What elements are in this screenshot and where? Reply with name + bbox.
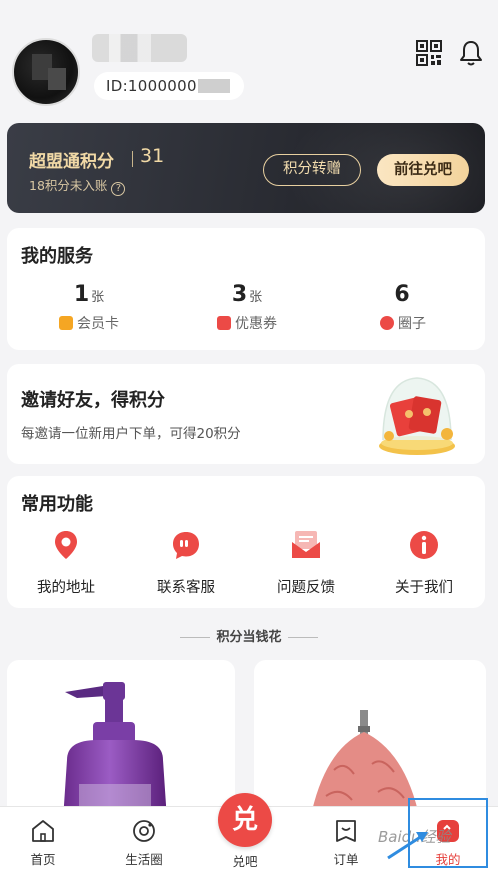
qr-code-icon[interactable] [414, 38, 444, 68]
user-id: ID:1000000 [94, 72, 244, 100]
tab-label: 订单 [333, 852, 359, 867]
func-label: 我的地址 [37, 580, 95, 596]
services-title: 我的服务 [21, 246, 93, 267]
redeem-icon[interactable]: 兑 [218, 793, 272, 847]
func-about-us[interactable]: 关于我们 [369, 528, 479, 597]
chat-icon [169, 528, 203, 562]
feedback-icon [289, 528, 323, 562]
tab-life-circle[interactable]: 生活圈 [104, 817, 184, 868]
life-circle-icon [130, 817, 158, 845]
tab-label: 首页 [30, 852, 56, 867]
transfer-points-button[interactable]: 积分转赠 [263, 154, 361, 186]
my-services-card: 我的服务 1张 会员卡 3张 优惠券 6 圈子 [7, 228, 485, 350]
service-unit: 张 [91, 290, 105, 305]
product-card-mop[interactable] [254, 660, 486, 820]
coupon-icon [217, 316, 231, 330]
divider-text: 积分当钱花 [216, 630, 282, 645]
red-envelope-illustration [367, 370, 467, 462]
product-image-bottle [63, 682, 167, 820]
user-id-text: ID:1000000 [106, 77, 197, 95]
tab-orders[interactable]: 订单 [306, 817, 386, 868]
common-functions-card: 常用功能 我的地址 联系客服 问题反馈 关于我们 [7, 476, 485, 608]
points-separator [132, 151, 133, 167]
func-contact-service[interactable]: 联系客服 [131, 528, 241, 597]
service-circle[interactable]: 6 圈子 [343, 282, 463, 333]
invite-title: 邀请好友，得积分 [21, 390, 165, 411]
common-functions-title: 常用功能 [21, 494, 93, 515]
circle-icon [380, 316, 394, 330]
tab-label: 兑吧 [232, 854, 258, 869]
service-count: 1 [73, 282, 90, 307]
points-pending: 18积分未入账? [29, 175, 126, 196]
service-member-card[interactable]: 1张 会员卡 [29, 282, 149, 333]
divider-line [287, 637, 318, 638]
nickname-blurred [92, 34, 187, 62]
profile-header: ID:1000000 [0, 0, 498, 120]
points-value: 31 [140, 145, 165, 167]
service-label: 圈子 [398, 316, 426, 332]
member-card-icon [59, 316, 73, 330]
help-icon[interactable]: ? [111, 182, 126, 196]
avatar[interactable] [12, 38, 80, 106]
invite-description: 每邀请一位新用户下单，可得20积分 [21, 426, 241, 442]
location-icon [49, 528, 83, 562]
service-label: 优惠券 [235, 316, 277, 332]
func-my-address[interactable]: 我的地址 [11, 528, 121, 597]
tab-home[interactable]: 首页 [3, 817, 83, 868]
service-count: 6 [394, 282, 410, 307]
points-as-cash-divider: 积分当钱花 [0, 626, 498, 645]
func-label: 联系客服 [157, 580, 215, 596]
invite-friends-card[interactable]: 邀请好友，得积分 每邀请一位新用户下单，可得20积分 [7, 364, 485, 464]
points-pending-text: 18积分未入账 [29, 178, 108, 193]
product-image-mop [310, 710, 420, 820]
tab-label: 生活圈 [125, 852, 163, 867]
info-icon [407, 528, 441, 562]
service-coupon[interactable]: 3张 优惠券 [187, 282, 307, 333]
divider-line [180, 637, 211, 638]
points-title: 超盟通积分 [29, 152, 114, 172]
user-id-mask [197, 79, 230, 93]
func-feedback[interactable]: 问题反馈 [251, 528, 361, 597]
order-icon [332, 817, 360, 845]
bell-icon[interactable] [456, 38, 486, 68]
go-redeem-button[interactable]: 前往兑吧 [377, 154, 469, 186]
service-unit: 张 [249, 290, 263, 305]
points-card: 超盟通积分 31 18积分未入账? 积分转赠 前往兑吧 [7, 123, 485, 213]
func-label: 问题反馈 [277, 580, 335, 596]
highlight-box [408, 798, 488, 868]
home-icon [29, 817, 57, 845]
func-label: 关于我们 [395, 580, 453, 596]
service-label: 会员卡 [77, 316, 119, 332]
service-count: 3 [231, 282, 248, 307]
product-card-lotion[interactable] [7, 660, 235, 820]
avatar-blur [48, 68, 66, 90]
